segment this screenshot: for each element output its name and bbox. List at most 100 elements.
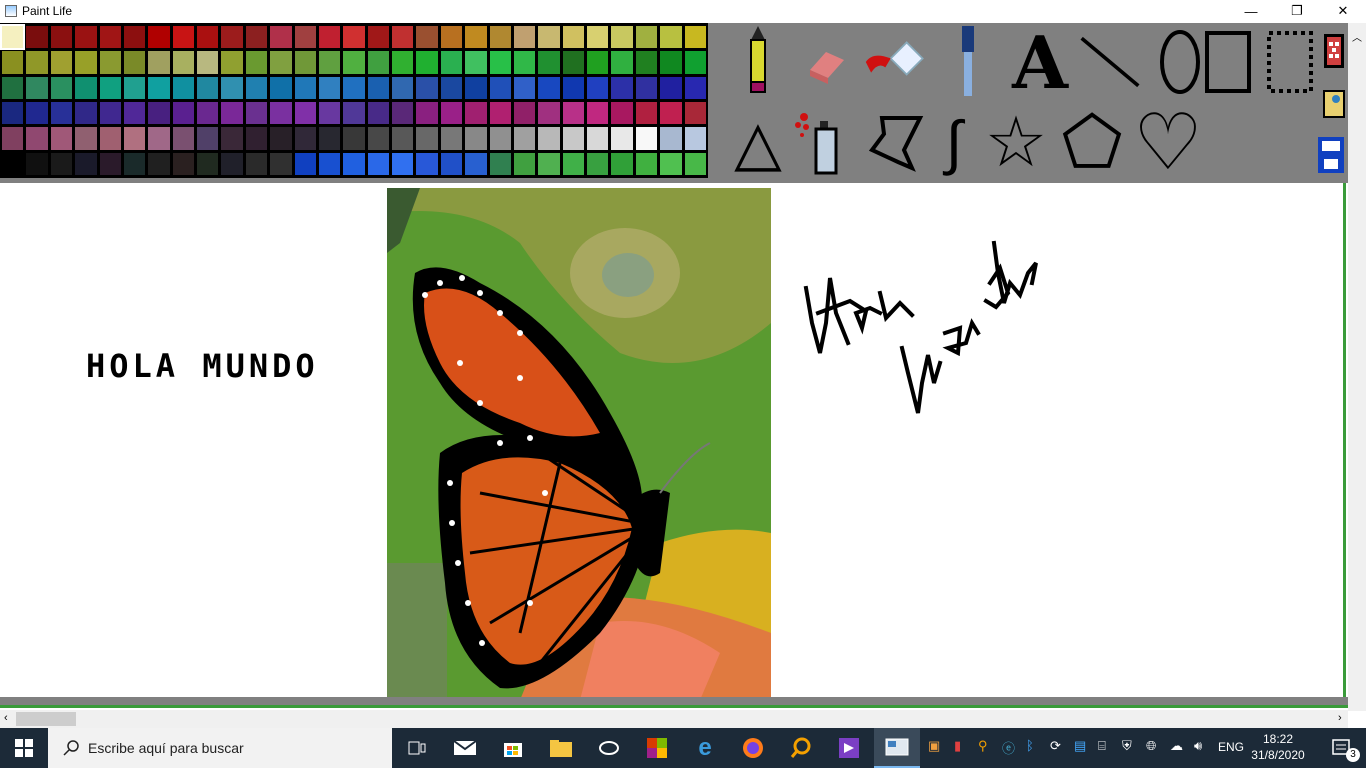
color-swatch[interactable] — [197, 51, 219, 74]
color-swatch[interactable] — [440, 102, 463, 125]
close-button[interactable]: ✕ — [1320, 0, 1366, 22]
color-swatch[interactable] — [635, 76, 658, 99]
restore-button[interactable]: ❐ — [1274, 0, 1320, 22]
color-swatch[interactable] — [489, 26, 511, 49]
color-swatch[interactable] — [2, 127, 24, 150]
color-swatch[interactable] — [172, 76, 195, 99]
color-swatch[interactable] — [465, 127, 487, 150]
color-swatch[interactable] — [513, 26, 536, 49]
color-swatch[interactable] — [465, 26, 487, 49]
color-swatch[interactable] — [148, 76, 170, 99]
color-swatch[interactable] — [416, 152, 438, 175]
color-swatch[interactable] — [660, 76, 682, 99]
color-swatch[interactable] — [148, 26, 170, 49]
color-swatch[interactable] — [2, 51, 24, 74]
color-swatch[interactable] — [587, 51, 609, 74]
color-swatch[interactable] — [99, 26, 121, 49]
color-swatch[interactable] — [416, 51, 438, 74]
color-swatch[interactable] — [684, 152, 706, 175]
color-swatch[interactable] — [635, 127, 658, 150]
color-swatch[interactable] — [318, 152, 341, 175]
color-swatch[interactable] — [489, 102, 511, 125]
color-swatch[interactable] — [489, 51, 511, 74]
color-swatch[interactable] — [148, 152, 170, 175]
color-swatch[interactable] — [587, 102, 609, 125]
color-swatch[interactable] — [50, 127, 73, 150]
color-swatch[interactable] — [343, 152, 365, 175]
color-swatch[interactable] — [343, 76, 365, 99]
eraser-tool[interactable] — [794, 25, 858, 99]
color-swatch[interactable] — [367, 102, 390, 125]
color-swatch[interactable] — [465, 51, 487, 74]
color-swatch[interactable] — [123, 51, 146, 74]
color-swatch[interactable] — [245, 51, 268, 74]
color-swatch[interactable] — [343, 51, 365, 74]
color-swatch[interactable] — [50, 26, 73, 49]
text-tool[interactable]: A — [1008, 20, 1072, 105]
rectangle-tool[interactable] — [1196, 25, 1260, 99]
color-swatch[interactable] — [635, 102, 658, 125]
color-swatch[interactable] — [660, 152, 682, 175]
color-swatch[interactable] — [538, 26, 560, 49]
notifications-button[interactable]: 3 — [1318, 728, 1366, 768]
scroll-right-arrow-icon[interactable]: › — [1338, 712, 1342, 724]
color-swatch[interactable] — [270, 51, 292, 74]
taskbar-store[interactable] — [490, 728, 536, 768]
color-swatch[interactable] — [2, 76, 24, 99]
tray-sync-icon[interactable]: ⟳ — [1050, 738, 1061, 754]
color-swatch[interactable] — [465, 76, 487, 99]
drawing-canvas[interactable]: HOLA MUNDO — [0, 183, 1346, 700]
tray-icon-e[interactable]: ⓔ — [1002, 738, 1015, 757]
color-swatch[interactable] — [318, 102, 341, 125]
color-swatch[interactable] — [26, 76, 48, 99]
color-swatch[interactable] — [221, 26, 243, 49]
task-view-button[interactable] — [394, 728, 440, 768]
color-swatch[interactable] — [75, 26, 97, 49]
color-swatch[interactable] — [318, 76, 341, 99]
taskbar-app-gamepad[interactable] — [586, 728, 632, 768]
color-swatch[interactable] — [684, 76, 706, 99]
tray-bluetooth-icon[interactable]: ᛒ — [1026, 738, 1034, 753]
color-swatch[interactable] — [513, 152, 536, 175]
color-swatch[interactable] — [318, 127, 341, 150]
color-swatch[interactable] — [611, 102, 633, 125]
pattern-tool[interactable] — [1322, 31, 1346, 71]
color-swatch[interactable] — [123, 76, 146, 99]
tray-monitor-icon[interactable]: ▤ — [1074, 738, 1086, 754]
color-swatch[interactable] — [538, 102, 560, 125]
color-swatch[interactable] — [513, 102, 536, 125]
star-tool[interactable]: ☆ — [984, 103, 1048, 181]
minimize-button[interactable]: — — [1228, 0, 1274, 22]
color-swatch[interactable] — [392, 51, 414, 74]
color-swatch[interactable] — [513, 76, 536, 99]
color-swatch[interactable] — [611, 26, 633, 49]
taskbar-file-explorer[interactable] — [538, 728, 584, 768]
taskbar-edge[interactable]: e — [682, 728, 728, 768]
color-swatch[interactable] — [367, 152, 390, 175]
taskbar-app-office[interactable] — [634, 728, 680, 768]
color-swatch[interactable] — [99, 51, 121, 74]
color-swatch[interactable] — [197, 76, 219, 99]
color-swatch[interactable] — [489, 127, 511, 150]
color-swatch[interactable] — [245, 102, 268, 125]
color-swatch[interactable] — [318, 51, 341, 74]
drawing-canvas-area[interactable]: HOLA MUNDO — [0, 183, 1346, 700]
heart-tool[interactable]: ♡ — [1133, 98, 1203, 186]
taskbar-firefox[interactable] — [730, 728, 776, 768]
eyedropper-tool[interactable] — [936, 25, 1000, 99]
color-swatch[interactable] — [99, 76, 121, 99]
scroll-up-arrow-icon[interactable]: ︿ — [1352, 29, 1362, 44]
color-swatch[interactable] — [75, 76, 97, 99]
horizontal-scroll-thumb[interactable] — [16, 712, 76, 726]
color-swatch[interactable] — [197, 26, 219, 49]
horizontal-scrollbar[interactable]: ‹ › — [0, 710, 1348, 728]
color-swatch[interactable] — [245, 152, 268, 175]
color-swatch[interactable] — [99, 102, 121, 125]
color-swatch[interactable] — [538, 76, 560, 99]
color-swatch[interactable] — [635, 26, 658, 49]
color-swatch[interactable] — [392, 127, 414, 150]
color-swatch[interactable] — [172, 102, 195, 125]
select-tool[interactable] — [1258, 25, 1322, 99]
color-swatch[interactable] — [221, 76, 243, 99]
color-swatch[interactable] — [684, 127, 706, 150]
